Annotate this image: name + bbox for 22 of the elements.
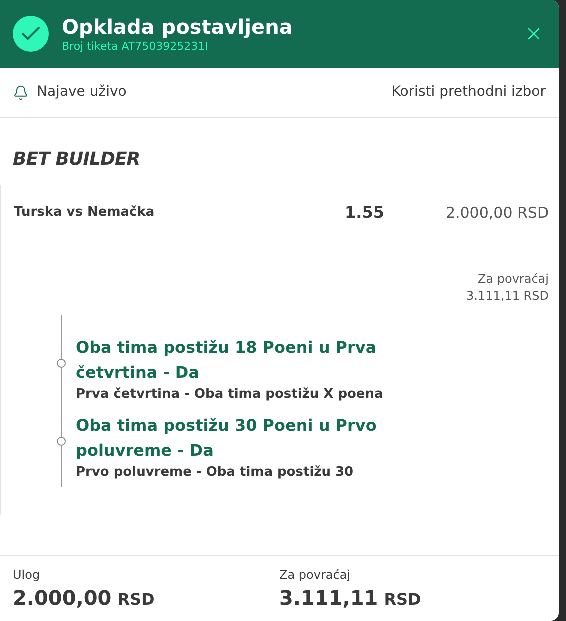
ticket-number: Broj tiketa AT7503925231I bbox=[62, 40, 210, 54]
event-name: Turska vs Nemačka bbox=[14, 204, 156, 222]
summary-amount: 2.000,00 bbox=[13, 585, 112, 612]
selection-title: Oba tima postižu 18 Poeni u Prva četvrtina - Da bbox=[76, 337, 378, 384]
selection-market: Prvo poluvreme - Oba tima postižu 30 bbox=[76, 464, 355, 482]
header-title: Opklada postavljena bbox=[62, 14, 294, 40]
reuse-selection-link[interactable]: Koristi prethodni izbor bbox=[392, 82, 546, 103]
currency: RSD bbox=[384, 589, 422, 611]
check-icon bbox=[13, 16, 49, 52]
summary-label: Za povraćaj bbox=[280, 568, 352, 583]
bell-icon bbox=[13, 84, 29, 100]
summary-label: Ulog bbox=[13, 568, 42, 583]
live-alerts-button[interactable]: Najave uživo bbox=[13, 82, 127, 103]
selection-title: Oba tima postižu 30 Poeni u Prvo poluvreme - Da bbox=[76, 415, 378, 462]
bet-type-heading: BET BUILDER bbox=[13, 149, 140, 170]
stake-amount: 2.000,00 RSD bbox=[444, 202, 549, 224]
summary-amount: 3.111,11 bbox=[280, 585, 378, 612]
return-label: Za povraćaj bbox=[478, 271, 549, 288]
return-value: 3.111,11 RSD bbox=[466, 288, 549, 305]
selection-market: Prva četvrtina - Oba tima postižu X poena bbox=[76, 386, 384, 404]
currency: RSD bbox=[118, 589, 155, 611]
odds: 1.55 bbox=[345, 202, 386, 224]
